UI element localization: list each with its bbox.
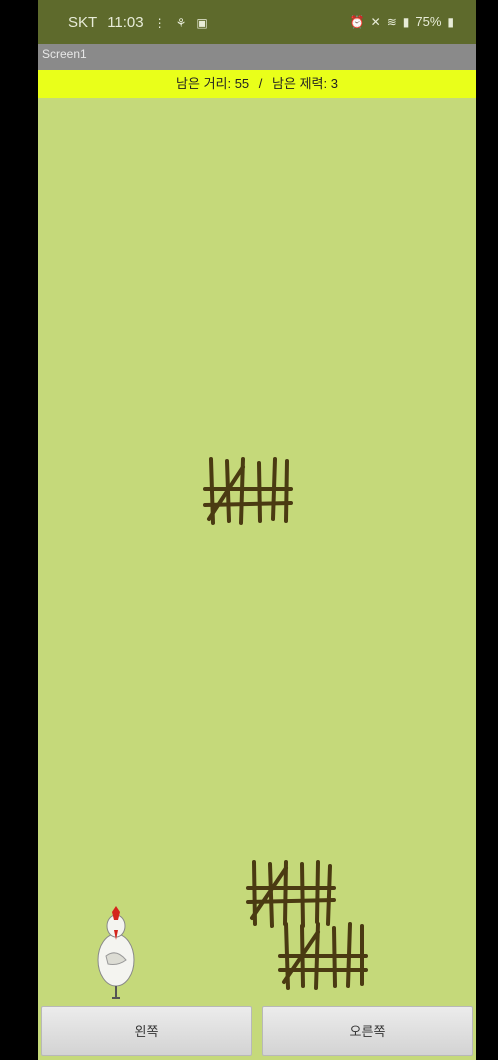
clock-text: 11:03: [107, 14, 144, 31]
photo-icon: ▣: [196, 15, 208, 30]
control-bar: 왼쪽 오른쪽: [38, 1003, 476, 1060]
signal-icon: ▮: [402, 14, 410, 29]
fence-obstacle: [203, 457, 293, 525]
wifi-icon: ≋: [386, 14, 397, 29]
sync-icon: ⚘: [175, 15, 187, 30]
distance-remaining-text: 남은 거리: 55: [176, 76, 250, 91]
move-left-button[interactable]: 왼쪽: [41, 1006, 252, 1056]
chicken-player: [97, 906, 135, 999]
move-right-button[interactable]: 오른쪽: [262, 1006, 473, 1056]
mute-icon: ✕: [370, 14, 381, 29]
battery-text: 75%: [415, 14, 442, 29]
battery-icon: ▮: [447, 14, 454, 29]
lives-remaining-text: 남은 제력: 3: [272, 76, 338, 91]
carrier-text: SKT: [68, 14, 98, 31]
app-screen: SKT 11:03 ⋮ ⚘ ▣ ⏰ ✕ ≋ ▮ 75% ▮ Screen1 남은…: [38, 0, 476, 1060]
notification-icon: ⋮: [153, 15, 166, 30]
alarm-icon: ⏰: [349, 14, 365, 29]
game-info-bar: 남은 거리: 55 / 남은 제력: 3: [38, 70, 476, 98]
fence-obstacle: [278, 922, 368, 990]
info-separator: /: [258, 76, 263, 91]
status-bar: SKT 11:03 ⋮ ⚘ ▣ ⏰ ✕ ≋ ▮ 75% ▮: [38, 0, 476, 44]
screen-title: Screen1: [42, 47, 87, 61]
screen-title-bar: Screen1: [38, 44, 476, 70]
